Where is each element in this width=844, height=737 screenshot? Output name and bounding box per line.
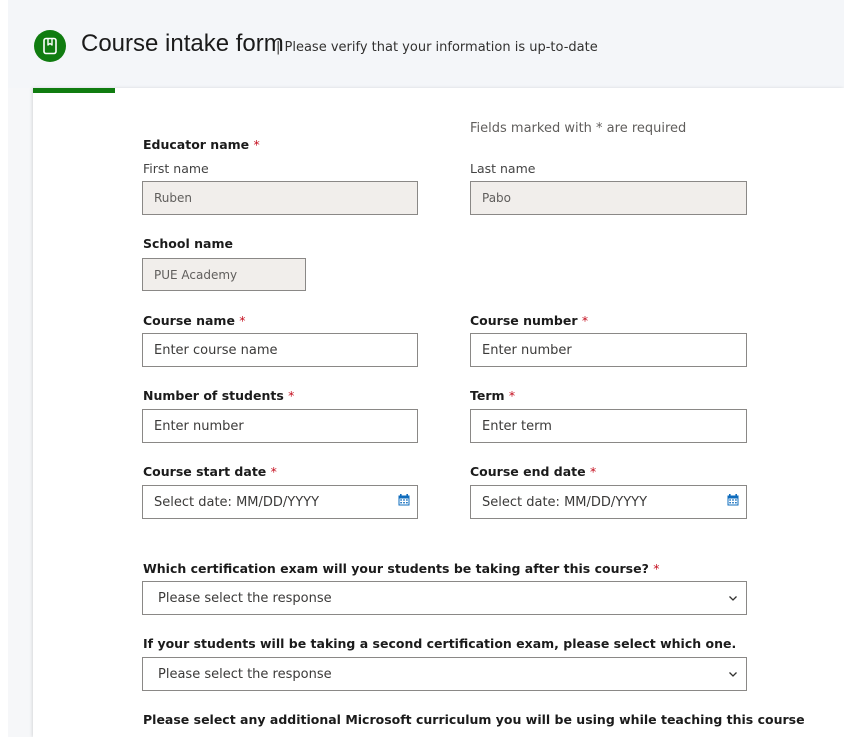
num-students-label: Number of students *	[143, 388, 295, 403]
required-asterisk: *	[239, 313, 246, 328]
chevron-down-icon	[729, 672, 737, 677]
required-asterisk: *	[288, 388, 295, 403]
required-asterisk: *	[589, 464, 597, 479]
required-asterisk: *	[508, 388, 516, 403]
curriculum-label: Please select any additional Microsoft c…	[143, 712, 805, 727]
educator-name-label: Educator name *	[143, 137, 260, 152]
exam1-select-value: Please select the response	[158, 590, 332, 606]
exam2-label: If your students will be taking a second…	[143, 636, 737, 651]
last-name-label: Last name	[470, 161, 536, 176]
required-note: Fields marked with * are required	[470, 121, 687, 136]
required-asterisk: *	[581, 313, 589, 328]
exam1-select[interactable]: Please select the response	[142, 581, 747, 615]
course-number-input[interactable]	[470, 333, 747, 367]
first-name-field[interactable]	[142, 181, 418, 215]
exam2-select[interactable]: Please select the response	[142, 657, 747, 691]
notebook-icon	[34, 30, 66, 62]
required-asterisk: *	[653, 561, 660, 576]
calendar-icon[interactable]	[727, 494, 739, 506]
term-label: Term *	[470, 388, 516, 403]
chevron-down-icon	[729, 596, 737, 601]
required-asterisk: *	[270, 464, 277, 479]
end-date-label: Course end date *	[470, 464, 597, 479]
course-number-label: Course number *	[470, 313, 589, 328]
page-title: Course intake form	[81, 30, 284, 57]
card-accent-bar	[33, 88, 115, 93]
course-name-label: Course name *	[143, 313, 246, 328]
start-date-picker[interactable]	[142, 485, 418, 519]
end-date-input[interactable]	[470, 485, 747, 519]
end-date-picker[interactable]	[470, 485, 747, 519]
school-name-field[interactable]	[142, 258, 306, 291]
exam2-select-value: Please select the response	[158, 666, 332, 682]
start-date-input[interactable]	[142, 485, 418, 519]
exam1-label: Which certification exam will your stude…	[143, 561, 660, 576]
form-header: Course intake form | Please verify that …	[8, 0, 844, 88]
course-name-input[interactable]	[142, 333, 418, 367]
page-subtitle: | Please verify that your information is…	[276, 40, 598, 55]
school-name-label: School name	[143, 236, 233, 251]
num-students-input[interactable]	[142, 409, 418, 443]
required-asterisk: *	[253, 137, 260, 152]
start-date-label: Course start date *	[143, 464, 277, 479]
first-name-label: First name	[143, 161, 209, 176]
calendar-icon[interactable]	[398, 494, 410, 506]
last-name-field[interactable]	[470, 181, 747, 215]
term-input[interactable]	[470, 409, 747, 443]
